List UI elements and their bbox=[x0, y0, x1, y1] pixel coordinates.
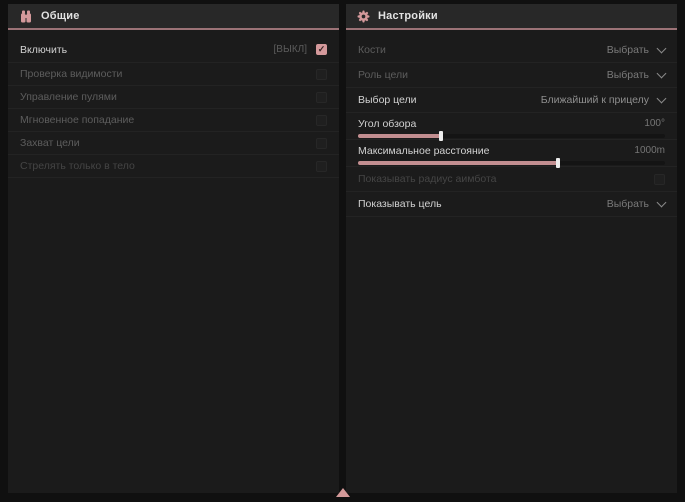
row-instant-hit[interactable]: Мгновенное попадание ✓ bbox=[8, 109, 339, 132]
general-panel-title: Общие bbox=[41, 10, 80, 22]
chevron-down-icon bbox=[657, 197, 667, 207]
row-max-distance: Максимальное расстояние 1000m bbox=[346, 140, 677, 167]
row-label: Показывать радиус аимбота bbox=[358, 173, 497, 185]
gear-icon bbox=[357, 10, 370, 23]
fov-value: 100° bbox=[644, 118, 665, 129]
visibility-checkbox[interactable]: ✓ bbox=[316, 69, 327, 80]
chevron-down-icon bbox=[657, 68, 667, 78]
row-label: Мгновенное попадание bbox=[20, 114, 134, 126]
settings-panel-title: Настройки bbox=[378, 10, 438, 22]
fov-slider-fill bbox=[358, 134, 441, 138]
chevron-down-icon bbox=[657, 43, 667, 53]
general-panel: Общие Включить [ВЫКЛ] ✓ Проверка видимос… bbox=[8, 4, 339, 493]
row-label: Включить bbox=[20, 44, 67, 56]
settings-panel-body: Кости Выбрать Роль цели Выбрать Выбор це… bbox=[346, 30, 677, 217]
row-label: Выбор цели bbox=[358, 94, 417, 106]
max-distance-slider-fill bbox=[358, 161, 558, 165]
max-distance-slider[interactable] bbox=[358, 161, 665, 165]
target-lock-checkbox[interactable]: ✓ bbox=[316, 138, 327, 149]
enable-checkbox[interactable]: ✓ bbox=[316, 44, 327, 55]
fov-slider[interactable] bbox=[358, 134, 665, 138]
max-distance-value: 1000m bbox=[634, 145, 665, 156]
row-visibility-check[interactable]: Проверка видимости ✓ bbox=[8, 63, 339, 86]
settings-panel: Настройки Кости Выбрать Роль цели Выбрат… bbox=[346, 4, 677, 493]
row-state-value: [ВЫКЛ] bbox=[274, 44, 307, 55]
row-bullet-control[interactable]: Управление пулями ✓ bbox=[8, 86, 339, 109]
row-label: Угол обзора bbox=[358, 118, 416, 130]
dropdown-value: Выбрать bbox=[607, 69, 649, 81]
check-icon: ✓ bbox=[317, 45, 326, 54]
row-label: Проверка видимости bbox=[20, 68, 122, 80]
dropdown-value: Выбрать bbox=[607, 198, 649, 210]
row-label: Захват цели bbox=[20, 137, 80, 149]
bullet-control-checkbox[interactable]: ✓ bbox=[316, 92, 327, 103]
dropdown-value: Ближайший к прицелу bbox=[541, 94, 649, 106]
row-label: Роль цели bbox=[358, 69, 408, 81]
row-target-select[interactable]: Выбор цели Ближайший к прицелу bbox=[346, 88, 677, 113]
row-target-role[interactable]: Роль цели Выбрать bbox=[346, 63, 677, 88]
target-select-dropdown[interactable]: Ближайший к прицелу bbox=[541, 94, 665, 106]
row-show-target[interactable]: Показывать цель Выбрать bbox=[346, 192, 677, 217]
row-body-only[interactable]: Стрелять только в тело ✓ bbox=[8, 155, 339, 178]
general-panel-header: Общие bbox=[8, 4, 339, 28]
row-show-aimbot-radius[interactable]: Показывать радиус аимбота ✓ bbox=[346, 167, 677, 192]
binoculars-icon bbox=[19, 10, 33, 23]
bones-dropdown[interactable]: Выбрать bbox=[607, 44, 665, 56]
row-label: Максимальное расстояние bbox=[358, 145, 489, 157]
show-target-dropdown[interactable]: Выбрать bbox=[607, 198, 665, 210]
row-label: Кости bbox=[358, 44, 386, 56]
row-bones[interactable]: Кости Выбрать bbox=[346, 38, 677, 63]
settings-panel-header: Настройки bbox=[346, 4, 677, 28]
instant-hit-checkbox[interactable]: ✓ bbox=[316, 115, 327, 126]
chevron-down-icon bbox=[657, 93, 667, 103]
row-fov: Угол обзора 100° bbox=[346, 113, 677, 140]
max-distance-slider-handle[interactable] bbox=[556, 158, 560, 168]
row-label: Показывать цель bbox=[358, 198, 442, 210]
target-role-dropdown[interactable]: Выбрать bbox=[607, 69, 665, 81]
dropdown-value: Выбрать bbox=[607, 44, 649, 56]
general-panel-body: Включить [ВЫКЛ] ✓ Проверка видимости ✓ У… bbox=[8, 30, 339, 178]
body-only-checkbox[interactable]: ✓ bbox=[316, 161, 327, 172]
up-arrow-icon[interactable] bbox=[336, 488, 350, 497]
row-target-lock[interactable]: Захват цели ✓ bbox=[8, 132, 339, 155]
row-label: Управление пулями bbox=[20, 91, 117, 103]
row-label: Стрелять только в тело bbox=[20, 160, 135, 172]
show-aimbot-radius-checkbox[interactable]: ✓ bbox=[654, 174, 665, 185]
row-enable[interactable]: Включить [ВЫКЛ] ✓ bbox=[8, 37, 339, 63]
fov-slider-handle[interactable] bbox=[439, 131, 443, 141]
